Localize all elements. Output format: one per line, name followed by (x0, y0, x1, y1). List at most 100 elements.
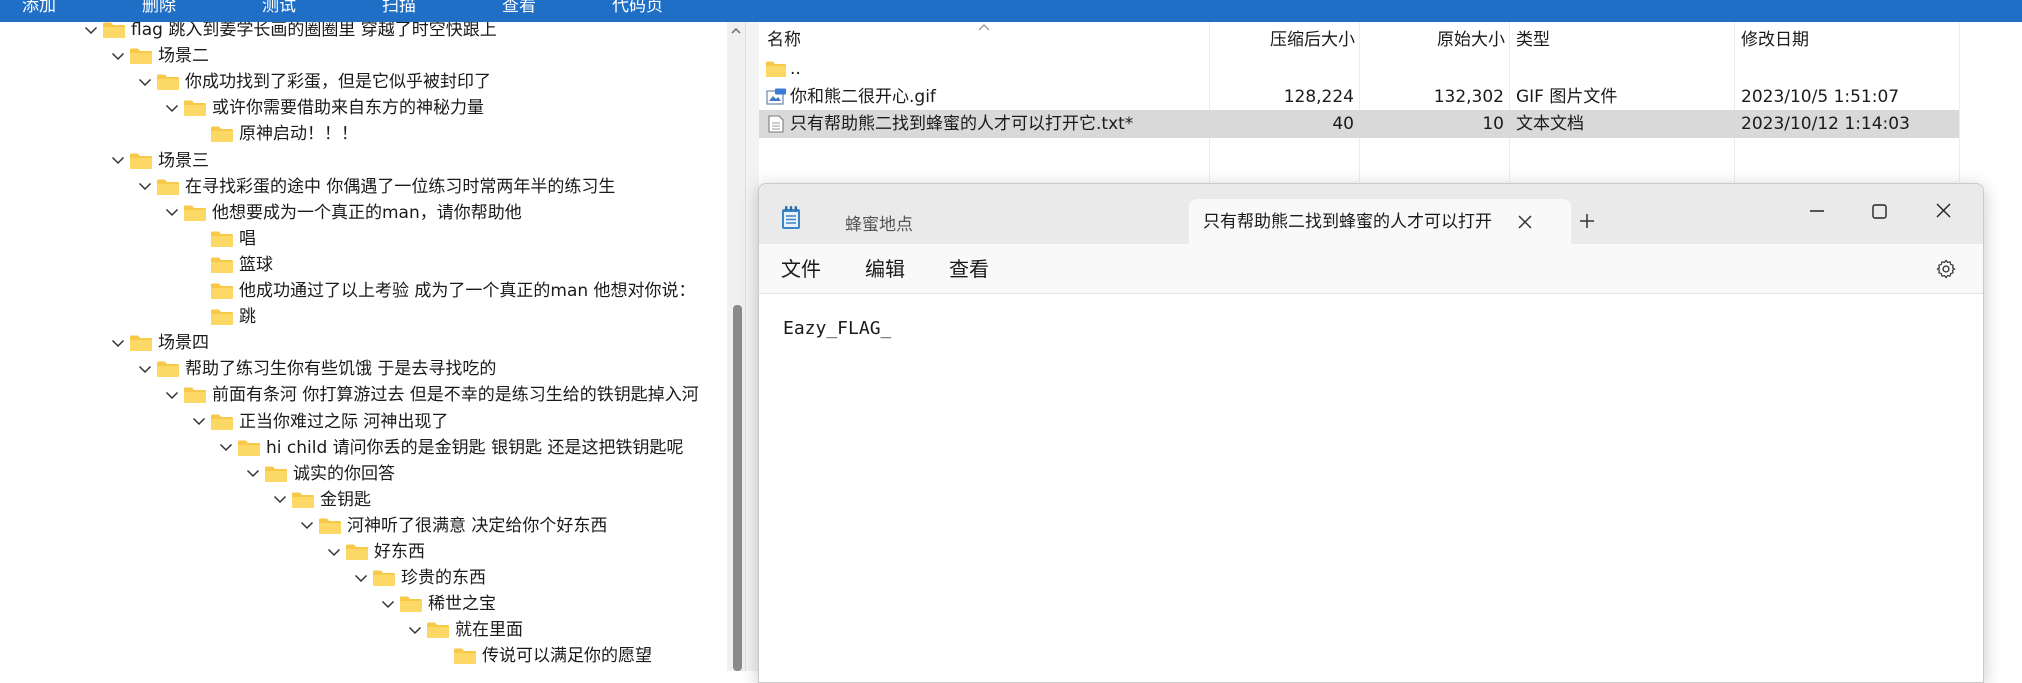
file-row[interactable]: 只有帮助熊二找到蜂蜜的人才可以打开它.txt* 40 10 文本文档 2023/10/1… (759, 110, 1959, 138)
chevron-down-icon[interactable] (188, 409, 210, 435)
chevron-down-icon[interactable] (404, 617, 426, 643)
folder-icon (211, 414, 233, 430)
minimize-icon[interactable] (1797, 196, 1837, 226)
tree-item-label: 好东西 (374, 542, 425, 562)
tree-item[interactable]: flag 跳入到姜学长画的圈圈里 穿越了时空快跟上 (80, 22, 497, 43)
notepad-window: 蜂蜜地点 只有帮助熊二找到蜂蜜的人才可以打开它.txt 文件 编辑 查看 Eaz… (758, 183, 1984, 683)
file-row[interactable]: .. (759, 55, 1959, 83)
menu-edit[interactable]: 编辑 (865, 244, 905, 294)
tree-item[interactable]: 金钥匙 (269, 487, 371, 513)
tree-item[interactable]: 就在里面 (404, 617, 523, 643)
tree-item[interactable]: 传说可以满足你的愿望 (431, 643, 652, 669)
menu-view[interactable]: 查看 (949, 244, 989, 294)
tree-item[interactable]: 跳 (188, 304, 256, 330)
chevron-down-icon[interactable] (134, 356, 156, 382)
tree-item-label: 正当你难过之际 河神出现了 (239, 411, 449, 432)
tree-item[interactable]: hi child 请问你丢的是金钥匙 银钥匙 还是这把铁钥匙呢 (215, 435, 683, 461)
tree-item[interactable]: 场景二 (107, 43, 209, 69)
notepad-titlebar[interactable]: 蜂蜜地点 只有帮助熊二找到蜂蜜的人才可以打开它.txt (759, 184, 1983, 245)
column-header-size[interactable]: 原始大小 (1360, 22, 1505, 58)
tree-item[interactable]: 好东西 (323, 539, 425, 565)
chevron-down-icon[interactable] (377, 591, 399, 617)
toolbar-add-button[interactable]: 添加 (22, 0, 56, 16)
toolbar-test-button[interactable]: 测试 (262, 0, 296, 16)
tab-active-text-file[interactable]: 只有帮助熊二找到蜂蜜的人才可以打开它.txt (1189, 199, 1571, 245)
chevron-down-icon[interactable] (134, 69, 156, 95)
scroll-up-arrow-icon[interactable] (728, 24, 744, 38)
tree-item[interactable]: 诚实的你回答 (242, 461, 395, 487)
column-header-packed-size[interactable]: 压缩后大小 (1210, 22, 1355, 58)
folder-icon (157, 179, 179, 195)
folder-icon (292, 492, 314, 508)
chevron-down-icon[interactable] (107, 43, 129, 69)
new-tab-plus-icon[interactable] (1577, 211, 1597, 231)
chevron-down-icon[interactable] (350, 565, 372, 591)
tree-item[interactable]: 他成功通过了以上考验 成为了一个真正的man 他想对你说： (188, 278, 696, 304)
tree-item[interactable]: 他想要成为一个真正的man，请你帮助他 (161, 200, 522, 226)
tree-item[interactable]: 帮助了练习生你有些饥饿 于是去寻找吃的 (134, 356, 496, 382)
settings-gear-icon[interactable] (1935, 258, 1957, 280)
chevron-down-icon[interactable] (161, 382, 183, 408)
chevron-down-icon[interactable] (215, 435, 237, 461)
tree-item-label: 或许你需要借助来自东方的神秘力量 (212, 98, 484, 119)
chevron-down-icon[interactable] (107, 148, 129, 174)
tree-item[interactable]: 场景四 (107, 330, 209, 356)
tree-item[interactable]: 稀世之宝 (377, 591, 496, 617)
tree-item-label: 跳 (239, 307, 256, 328)
folder-icon (130, 335, 152, 352)
column-header-modified[interactable]: 修改日期 (1741, 22, 1809, 58)
toolbar-scan-button[interactable]: 扫描 (382, 0, 416, 16)
folder-icon (400, 596, 422, 613)
tree-item-label: 你成功找到了彩蛋，但是它似乎被封印了 (185, 72, 491, 93)
column-header-type[interactable]: 类型 (1516, 22, 1550, 58)
chevron-down-icon[interactable] (269, 487, 291, 513)
close-tab-icon[interactable] (1516, 213, 1534, 231)
tree-item-label: 场景二 (158, 46, 209, 67)
file-packed-size: 128,224 (1283, 86, 1354, 107)
chevron-down-icon[interactable] (161, 200, 183, 226)
folder-tree: flag 跳入到姜学长画的圈圈里 穿越了时空快跟上场景二你成功找到了彩蛋，但是它… (0, 22, 745, 671)
file-size: 10 (1482, 114, 1504, 134)
file-row[interactable]: 你和熊二很开心.gif 128,224 132,302 GIF 图片文件 2023/10… (759, 83, 1959, 111)
tree-item[interactable]: 前面有条河 你打算游过去 但是不幸的是练习生给的铁钥匙掉入河 (161, 382, 699, 408)
tree-item[interactable]: 唱 (188, 226, 256, 252)
toolbar-codepage-button[interactable]: 代码页 (612, 0, 663, 16)
tree-item[interactable]: 在寻找彩蛋的途中 你偶遇了一位练习时常两年半的练习生 (134, 174, 615, 200)
tree-item[interactable]: 珍贵的东西 (350, 565, 486, 591)
chevron-down-icon[interactable] (323, 539, 345, 565)
tree-item[interactable]: 河神听了很满意 决定给你个好东西 (296, 513, 607, 539)
pane-splitter[interactable] (745, 22, 759, 671)
folder-icon (346, 544, 368, 560)
tree-item[interactable]: 或许你需要借助来自东方的神秘力量 (161, 95, 484, 121)
chevron-down-icon[interactable] (161, 95, 183, 121)
maximize-icon[interactable] (1859, 196, 1899, 226)
chevron-down-icon[interactable] (80, 22, 102, 43)
tree-item-label: flag 跳入到姜学长画的圈圈里 穿越了时空快跟上 (131, 22, 497, 40)
tree-item[interactable]: 原神启动！！！ (188, 121, 358, 147)
file-type: 文本文档 (1516, 114, 1584, 134)
tree-item-label: 就在里面 (455, 620, 523, 641)
chevron-down-icon[interactable] (134, 174, 156, 200)
notepad-text-area[interactable]: Eazy_FLAG_ (759, 294, 1983, 682)
tree-item[interactable]: 正当你难过之际 河神出现了 (188, 409, 448, 435)
chevron-down-icon[interactable] (296, 513, 318, 539)
column-header-name[interactable]: 名称 (767, 22, 801, 58)
toolbar-view-button[interactable]: 查看 (502, 0, 536, 16)
tab-honey-location[interactable]: 蜂蜜地点 (845, 206, 913, 244)
tree-item[interactable]: 篮球 (188, 252, 273, 278)
tree-item[interactable]: 你成功找到了彩蛋，但是它似乎被封印了 (134, 69, 491, 95)
chevron-down-icon[interactable] (107, 330, 129, 356)
close-window-icon[interactable] (1923, 196, 1963, 226)
folder-icon (238, 440, 260, 456)
menu-file[interactable]: 文件 (781, 244, 821, 294)
tree-item[interactable]: 场景三 (107, 148, 209, 174)
chevron-down-icon[interactable] (242, 461, 264, 487)
tree-item-label: 他想要成为一个真正的man，请你帮助他 (212, 202, 522, 223)
toolbar-delete-button[interactable]: 删除 (142, 0, 176, 16)
folder-icon (211, 257, 233, 273)
folder-icon (211, 283, 233, 299)
tree-item-label: 唱 (239, 228, 256, 249)
tab-active-label: 只有帮助熊二找到蜂蜜的人才可以打开它.txt (1203, 212, 1493, 232)
tree-scrollbar-thumb[interactable] (733, 305, 742, 671)
